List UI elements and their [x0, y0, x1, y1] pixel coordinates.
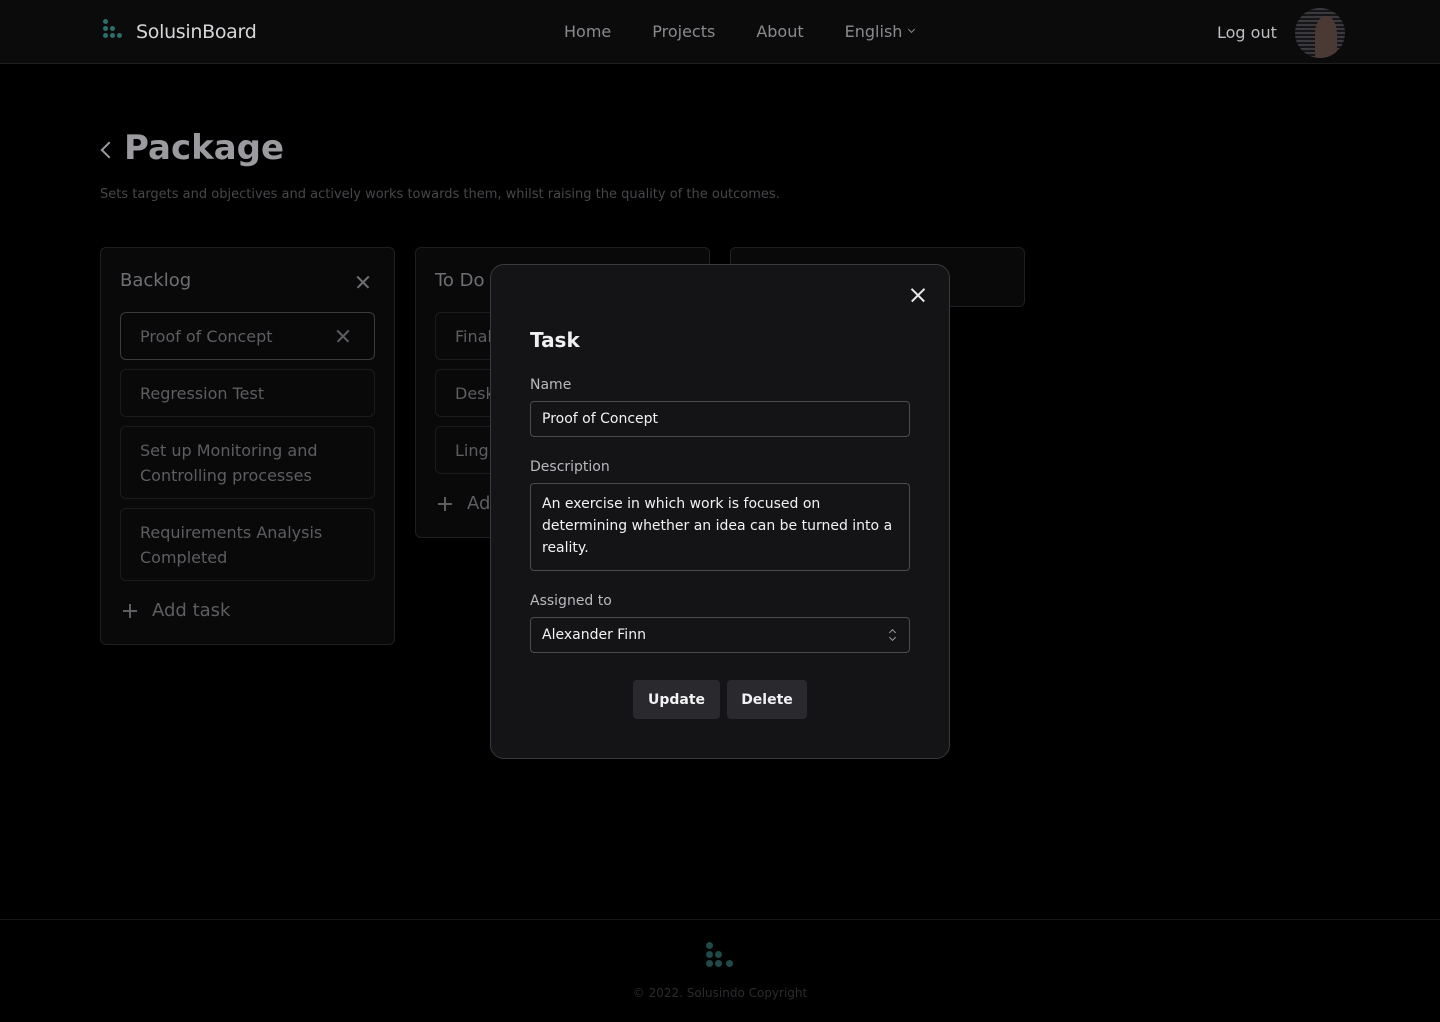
plus-icon: [438, 496, 452, 511]
close-icon[interactable]: [355, 274, 371, 290]
brand[interactable]: SolusinBoard: [103, 19, 257, 45]
brand-logo-icon: [103, 19, 129, 45]
task-card[interactable]: Set up Monitoring and Controlling proces…: [120, 426, 375, 499]
add-task-button[interactable]: Add task: [123, 600, 230, 621]
task-card[interactable]: Requirements Analysis Completed: [120, 508, 375, 581]
task-card[interactable]: Regression Test: [120, 369, 375, 417]
language-label: English: [844, 22, 903, 41]
task-card-label: Set up Monitoring and Controlling proces…: [140, 441, 318, 485]
footer-logo-icon: [706, 942, 736, 972]
name-input[interactable]: Proof of Concept: [530, 401, 910, 437]
plus-icon: [123, 603, 137, 618]
main-nav: Home Projects About English: [564, 22, 916, 41]
name-label: Name: [530, 377, 572, 393]
close-icon[interactable]: [335, 328, 351, 344]
close-icon[interactable]: [909, 286, 927, 304]
nav-home[interactable]: Home: [564, 22, 611, 41]
footer: © 2022. Solusindo Copyright: [0, 919, 1440, 1022]
update-button[interactable]: Update: [633, 680, 720, 719]
copyright: © 2022. Solusindo Copyright: [632, 986, 808, 1000]
avatar[interactable]: [1295, 8, 1345, 58]
logout-button[interactable]: Log out: [1217, 23, 1277, 42]
chevron-down-icon: [908, 25, 916, 34]
assigned-value: Alexander Finn: [542, 627, 646, 643]
back-arrow-icon[interactable]: [100, 141, 118, 159]
nav-projects[interactable]: Projects: [652, 22, 715, 41]
assigned-label: Assigned to: [530, 593, 612, 609]
modal-title: Task: [530, 328, 580, 352]
top-nav-bar: SolusinBoard Home Projects About English…: [0, 0, 1440, 64]
select-arrows-icon: [889, 629, 897, 642]
description-label: Description: [530, 459, 610, 475]
page-description: Sets targets and objectives and actively…: [100, 187, 780, 202]
column-title: To Do: [435, 270, 485, 291]
task-modal: Task Name Proof of Concept Description A…: [490, 264, 950, 759]
add-task-label: Ad: [467, 493, 491, 514]
page-title: Package: [124, 128, 285, 168]
task-card-label: Final: [455, 327, 492, 346]
brand-name: SolusinBoard: [136, 21, 257, 43]
add-task-button[interactable]: Ad: [438, 493, 490, 514]
task-card-label: Requirements Analysis Completed: [140, 523, 323, 567]
delete-button[interactable]: Delete: [727, 680, 807, 719]
add-task-label: Add task: [152, 600, 231, 621]
task-card-label: Proof of Concept: [140, 327, 273, 346]
language-select[interactable]: English: [844, 22, 916, 41]
description-textarea[interactable]: An exercise in which work is focused on …: [530, 483, 910, 571]
task-card-label: Regression Test: [140, 384, 265, 403]
task-card[interactable]: Proof of Concept: [120, 312, 375, 360]
nav-about[interactable]: About: [756, 22, 803, 41]
column-backlog: Backlog Proof of Concept Regression Test…: [100, 247, 395, 645]
task-card-label: Desk: [455, 384, 495, 403]
column-title: Backlog: [120, 270, 192, 291]
assigned-select[interactable]: Alexander Finn: [530, 617, 910, 653]
